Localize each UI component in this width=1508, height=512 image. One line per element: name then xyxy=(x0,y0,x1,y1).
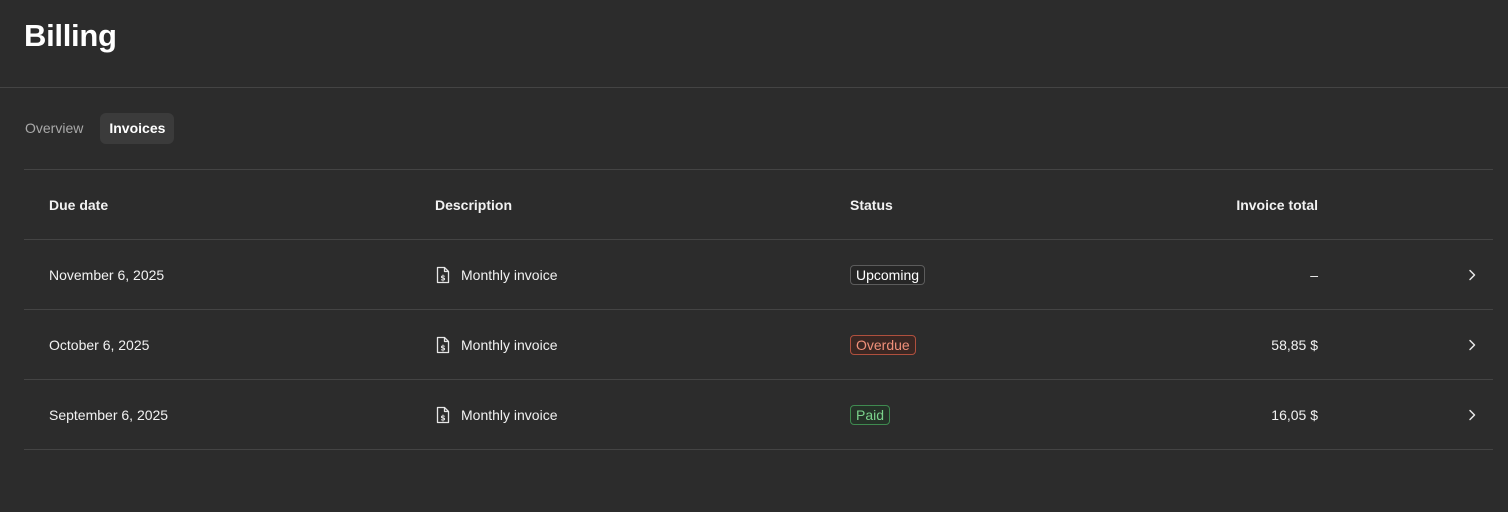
due-date-cell: September 6, 2025 xyxy=(49,406,169,423)
column-header-due-date: Due date xyxy=(49,196,109,213)
description-text: Monthly invoice xyxy=(461,336,558,353)
description-text: Monthly invoice xyxy=(461,406,558,423)
status-cell: Upcoming xyxy=(850,240,926,309)
tab-overview[interactable]: Overview xyxy=(24,113,92,144)
invoices-table: Due date Description Status Invoice tota… xyxy=(24,169,1493,450)
row-chevron[interactable] xyxy=(1465,310,1479,379)
description-cell: $ Monthly invoice xyxy=(435,240,558,309)
invoice-total-cell: – xyxy=(1310,266,1318,283)
column-header-description: Description xyxy=(435,196,513,213)
table-row[interactable]: November 6, 2025 $ Monthly invoice Upcom… xyxy=(24,240,1493,310)
due-date-cell: October 6, 2025 xyxy=(49,336,150,353)
invoice-document-icon: $ xyxy=(435,336,451,354)
chevron-right-icon[interactable] xyxy=(1465,338,1479,352)
tab-bar: Overview Invoices xyxy=(24,113,175,144)
svg-text:$: $ xyxy=(440,343,445,352)
tab-invoices[interactable]: Invoices xyxy=(100,113,175,144)
row-chevron[interactable] xyxy=(1465,380,1479,449)
description-cell: $ Monthly invoice xyxy=(435,380,558,449)
table-header-row: Due date Description Status Invoice tota… xyxy=(24,170,1493,240)
status-badge: Paid xyxy=(850,404,891,425)
invoice-document-icon: $ xyxy=(435,406,451,424)
description-cell: $ Monthly invoice xyxy=(435,310,558,379)
status-cell: Paid xyxy=(850,380,891,449)
invoice-total-cell: 58,85 $ xyxy=(1271,336,1318,353)
page-title: Billing xyxy=(24,18,117,53)
svg-text:$: $ xyxy=(440,273,445,282)
chevron-right-icon[interactable] xyxy=(1465,268,1479,282)
table-row[interactable]: September 6, 2025 $ Monthly invoice Paid… xyxy=(24,380,1493,450)
description-text: Monthly invoice xyxy=(461,266,558,283)
invoice-total-cell: 16,05 $ xyxy=(1271,406,1318,423)
column-header-invoice-total: Invoice total xyxy=(1236,196,1318,213)
status-badge: Overdue xyxy=(850,334,916,355)
chevron-right-icon[interactable] xyxy=(1465,408,1479,422)
row-chevron[interactable] xyxy=(1465,240,1479,309)
status-badge: Upcoming xyxy=(850,264,926,285)
column-header-status: Status xyxy=(850,196,893,213)
svg-text:$: $ xyxy=(440,413,445,422)
due-date-cell: November 6, 2025 xyxy=(49,266,165,283)
table-row[interactable]: October 6, 2025 $ Monthly invoice Overdu… xyxy=(24,310,1493,380)
invoice-document-icon: $ xyxy=(435,266,451,284)
status-cell: Overdue xyxy=(850,310,916,379)
page-header: Billing xyxy=(0,0,1508,88)
